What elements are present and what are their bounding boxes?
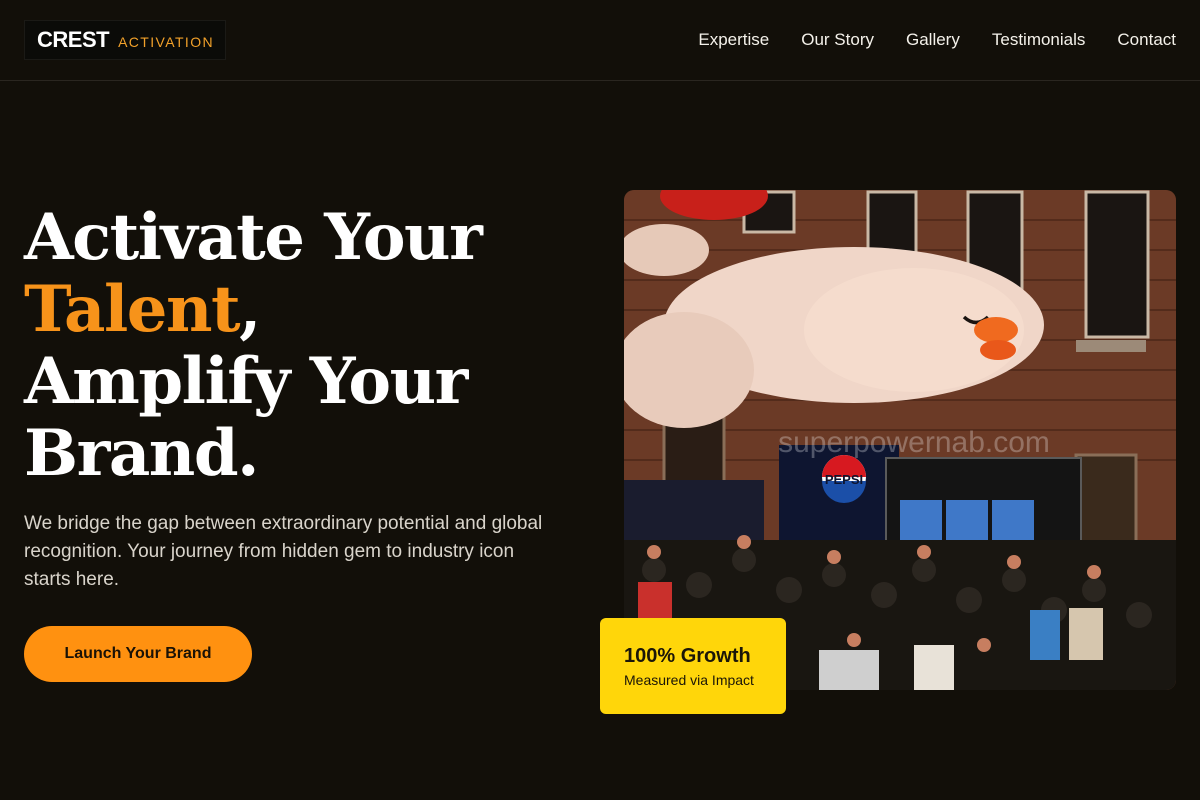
launch-brand-button[interactable]: Launch Your Brand — [24, 626, 252, 682]
hero-title-line-4: Brand. — [24, 416, 259, 491]
watermark-text: superpowernab.com — [778, 426, 1050, 459]
site-header: CREST ACTIVATION Expertise Our Story Gal… — [0, 0, 1200, 81]
badge-subtitle: Measured via Impact — [624, 672, 754, 688]
main-nav: Expertise Our Story Gallery Testimonials… — [698, 30, 1176, 50]
hero-event-photo: PEPSI superpowernab.com — [624, 190, 1176, 690]
hero-title-line-3: Amplify Your — [24, 344, 468, 419]
hero-title-line-1: Activate Your — [24, 200, 483, 275]
pepsi-sign-text: PEPSI — [825, 472, 863, 487]
hero-title-comma: , — [239, 272, 261, 347]
nav-item-expertise[interactable]: Expertise — [698, 30, 769, 50]
nav-item-gallery[interactable]: Gallery — [906, 30, 960, 50]
hero-title: Activate Your Talent, Amplify Your Brand… — [24, 202, 584, 490]
badge-title: 100% Growth — [624, 645, 751, 667]
nav-item-testimonials[interactable]: Testimonials — [992, 30, 1086, 50]
brand-name: CREST — [37, 27, 110, 52]
hero-title-accent: Talent — [24, 272, 241, 347]
brand-tagline: ACTIVATION — [118, 34, 214, 50]
nav-item-contact[interactable]: Contact — [1117, 30, 1176, 50]
brand-logo[interactable]: CREST ACTIVATION — [24, 20, 226, 60]
nav-item-our-story[interactable]: Our Story — [801, 30, 874, 50]
hero-description: We bridge the gap between extraordinary … — [24, 513, 543, 590]
growth-badge: 100% Growth Measured via Impact — [600, 618, 786, 714]
